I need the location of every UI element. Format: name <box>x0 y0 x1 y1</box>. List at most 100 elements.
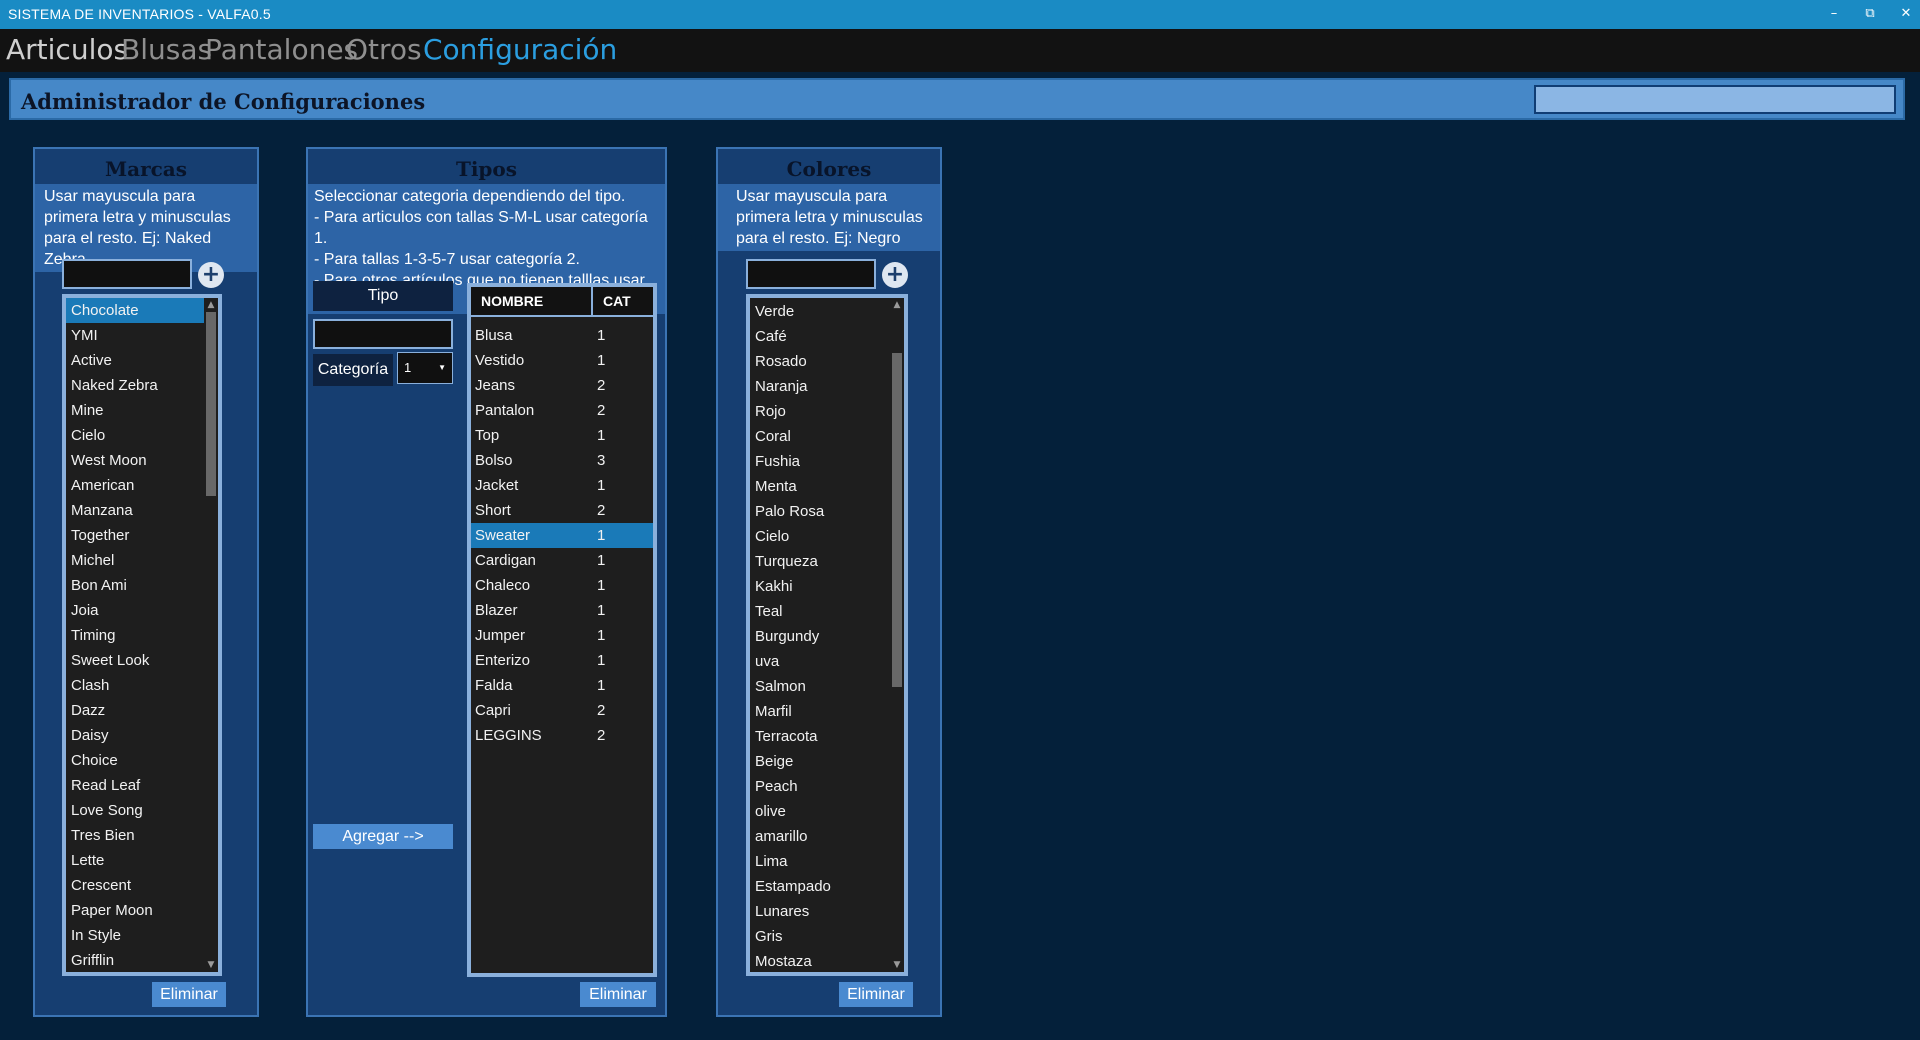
list-item[interactable]: Naked Zebra <box>66 373 218 398</box>
marcas-scrollbar[interactable]: ▲ ▼ <box>204 298 218 972</box>
list-item[interactable]: Palo Rosa <box>750 499 904 524</box>
list-item[interactable]: Tres Bien <box>66 823 218 848</box>
colores-list[interactable]: Verde Café Rosado Naranja Rojo Coral Fushia Men… <box>746 294 908 976</box>
delete-marca-button[interactable]: Eliminar <box>152 982 226 1007</box>
list-item[interactable]: Fushia <box>750 449 904 474</box>
list-item[interactable]: Lima <box>750 849 904 874</box>
tab-pantalones[interactable]: Pantalones <box>205 33 358 66</box>
table-row[interactable]: Sweater 1 <box>471 523 653 548</box>
colores-scrollbar[interactable]: ▲ ▼ <box>890 298 904 972</box>
list-item[interactable]: Manzana <box>66 498 218 523</box>
list-item[interactable]: Michel <box>66 548 218 573</box>
list-item[interactable]: Turqueza <box>750 549 904 574</box>
table-row[interactable]: Cardigan 1 <box>471 548 653 573</box>
table-row[interactable]: LEGGINS 2 <box>471 723 653 748</box>
list-item[interactable]: Café <box>750 324 904 349</box>
list-item[interactable]: Choice <box>66 748 218 773</box>
tab-otros[interactable]: Otros <box>346 33 422 66</box>
list-item[interactable]: Paper Moon <box>66 898 218 923</box>
list-item[interactable]: Terracota <box>750 724 904 749</box>
marca-input[interactable] <box>62 259 192 289</box>
table-row[interactable]: Jeans 2 <box>471 373 653 398</box>
list-item[interactable]: uva <box>750 649 904 674</box>
categoria-select[interactable]: 1 ▼ <box>397 352 453 384</box>
column-header-cat[interactable]: CAT <box>593 287 631 315</box>
list-item[interactable]: Estampado <box>750 874 904 899</box>
tipos-grid[interactable]: NOMBRE CAT Blusa 1 Vestido 1 Jeans 2 Pantalon 2… <box>467 283 657 977</box>
list-item[interactable]: Lette <box>66 848 218 873</box>
table-row[interactable]: Falda 1 <box>471 673 653 698</box>
list-item[interactable]: Crescent <box>66 873 218 898</box>
add-marca-button[interactable]: + <box>198 262 224 288</box>
list-item[interactable]: amarillo <box>750 824 904 849</box>
tipo-input[interactable] <box>313 319 453 349</box>
table-row[interactable]: Vestido 1 <box>471 348 653 373</box>
list-item[interactable]: Together <box>66 523 218 548</box>
marcas-list[interactable]: Chocolate YMI Active Naked Zebra Mine Cielo We… <box>62 294 222 976</box>
table-row[interactable]: Chaleco 1 <box>471 573 653 598</box>
table-row[interactable]: Pantalon 2 <box>471 398 653 423</box>
list-item[interactable]: Verde <box>750 299 904 324</box>
list-item[interactable]: Cielo <box>66 423 218 448</box>
list-item[interactable]: olive <box>750 799 904 824</box>
scroll-up-icon[interactable]: ▲ <box>204 298 218 312</box>
list-item[interactable]: Sweet Look <box>66 648 218 673</box>
table-row[interactable]: Short 2 <box>471 498 653 523</box>
delete-color-button[interactable]: Eliminar <box>839 982 913 1007</box>
scroll-down-icon[interactable]: ▼ <box>890 958 904 972</box>
color-input[interactable] <box>746 259 876 289</box>
list-item[interactable]: In Style <box>66 923 218 948</box>
table-row[interactable]: Bolso 3 <box>471 448 653 473</box>
list-item[interactable]: West Moon <box>66 448 218 473</box>
list-item[interactable]: Rojo <box>750 399 904 424</box>
close-icon[interactable]: ✕ <box>1891 4 1920 24</box>
table-row[interactable]: Blusa 1 <box>471 323 653 348</box>
tab-articulos[interactable]: Articulos <box>6 33 128 66</box>
add-color-button[interactable]: + <box>882 262 908 288</box>
agregar-button[interactable]: Agregar --> <box>313 824 453 849</box>
list-item[interactable]: Chocolate <box>66 298 218 323</box>
scroll-down-icon[interactable]: ▼ <box>204 958 218 972</box>
list-item[interactable]: Gris <box>750 924 904 949</box>
list-item[interactable]: Rosado <box>750 349 904 374</box>
restore-icon[interactable]: ⧉ <box>1855 4 1885 24</box>
table-row[interactable]: Enterizo 1 <box>471 648 653 673</box>
list-item[interactable]: Grifflin <box>66 948 218 972</box>
list-item[interactable]: Naranja <box>750 374 904 399</box>
list-item[interactable]: Cielo <box>750 524 904 549</box>
minimize-icon[interactable]: – <box>1819 4 1849 24</box>
table-row[interactable]: Jumper 1 <box>471 623 653 648</box>
delete-tipo-button[interactable]: Eliminar <box>580 982 656 1007</box>
scroll-up-icon[interactable]: ▲ <box>890 298 904 312</box>
list-item[interactable]: Salmon <box>750 674 904 699</box>
list-item[interactable]: Dazz <box>66 698 218 723</box>
tab-blusas[interactable]: Blusas <box>121 33 212 66</box>
list-item[interactable]: American <box>66 473 218 498</box>
list-item[interactable]: Bon Ami <box>66 573 218 598</box>
list-item[interactable]: Active <box>66 348 218 373</box>
list-item[interactable]: Kakhi <box>750 574 904 599</box>
scroll-thumb[interactable] <box>206 312 216 496</box>
list-item[interactable]: Joia <box>66 598 218 623</box>
list-item[interactable]: Clash <box>66 673 218 698</box>
column-header-nombre[interactable]: NOMBRE <box>471 287 593 315</box>
tab-configuracion[interactable]: Configuración <box>423 33 617 66</box>
list-item[interactable]: Peach <box>750 774 904 799</box>
list-item[interactable]: Mine <box>66 398 218 423</box>
list-item[interactable]: Read Leaf <box>66 773 218 798</box>
table-row[interactable]: Top 1 <box>471 423 653 448</box>
list-item[interactable]: Burgundy <box>750 624 904 649</box>
list-item[interactable]: Mostaza <box>750 949 904 972</box>
list-item[interactable]: Beige <box>750 749 904 774</box>
list-item[interactable]: Timing <box>66 623 218 648</box>
table-row[interactable]: Jacket 1 <box>471 473 653 498</box>
list-item[interactable]: Coral <box>750 424 904 449</box>
list-item[interactable]: Marfil <box>750 699 904 724</box>
list-item[interactable]: Love Song <box>66 798 218 823</box>
table-row[interactable]: Capri 2 <box>471 698 653 723</box>
search-input[interactable] <box>1534 85 1896 114</box>
list-item[interactable]: Menta <box>750 474 904 499</box>
scroll-thumb[interactable] <box>892 353 902 687</box>
list-item[interactable]: Daisy <box>66 723 218 748</box>
list-item[interactable]: YMI <box>66 323 218 348</box>
